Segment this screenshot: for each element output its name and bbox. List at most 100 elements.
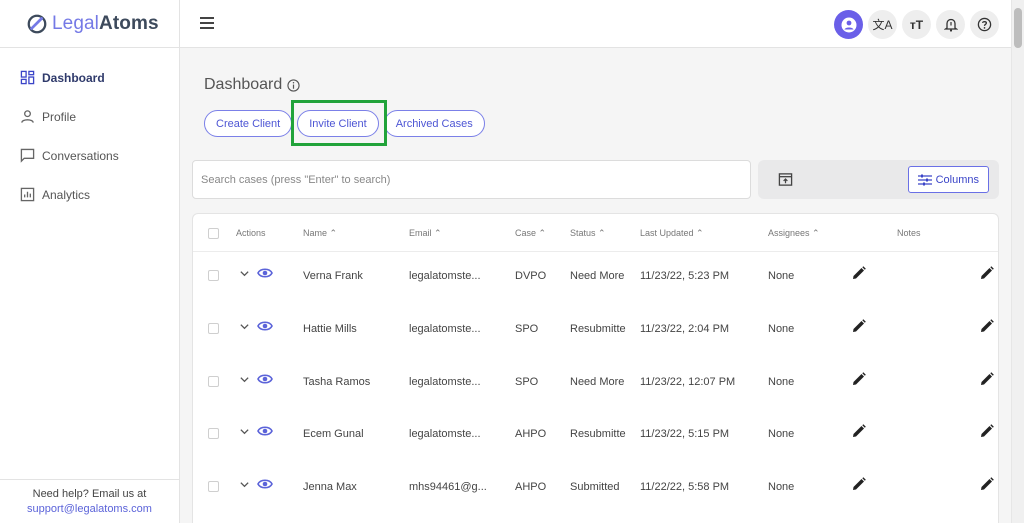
text-size-button[interactable]: тT — [902, 10, 931, 39]
topbar-actions: 文A тT — [834, 10, 999, 39]
sidebar-item-conversations[interactable]: Conversations — [0, 136, 179, 175]
chevron-down-icon[interactable] — [239, 374, 250, 385]
table-row: Ecem Gunal legalatomste... AHPO Resubmit… — [193, 410, 1000, 462]
eye-icon[interactable] — [257, 477, 273, 491]
edit-assignees-icon[interactable] — [852, 319, 866, 333]
archive-icon[interactable] — [778, 172, 793, 187]
chevron-down-icon[interactable] — [239, 321, 250, 332]
row-checkbox[interactable] — [208, 270, 219, 281]
cell-last-updated: 11/23/22, 5:23 PM — [640, 270, 730, 282]
analytics-icon — [20, 187, 35, 202]
cell-name[interactable]: Tasha Ramos — [303, 376, 370, 388]
row-checkbox[interactable] — [208, 323, 219, 334]
edit-assignees-icon[interactable] — [852, 372, 866, 386]
edit-notes-icon[interactable] — [980, 477, 994, 491]
sidebar-item-profile[interactable]: Profile — [0, 97, 179, 136]
eye-icon[interactable] — [257, 266, 273, 280]
row-checkbox[interactable] — [208, 376, 219, 387]
logo[interactable]: LegalAtoms — [0, 0, 179, 48]
cell-name[interactable]: Jenna Max — [303, 481, 357, 493]
cell-last-updated: 11/23/22, 5:15 PM — [640, 428, 730, 440]
create-client-button[interactable]: Create Client — [204, 110, 293, 137]
select-all-checkbox[interactable] — [208, 228, 219, 239]
account-icon — [841, 17, 856, 32]
edit-assignees-icon[interactable] — [852, 477, 866, 491]
notification-button[interactable] — [936, 10, 965, 39]
sidebar-item-analytics[interactable]: Analytics — [0, 175, 179, 214]
sliders-icon — [917, 174, 932, 185]
row-checkbox[interactable] — [208, 481, 219, 492]
table-row: Hattie Mills legalatomste... SPO Resubmi… — [193, 305, 1000, 357]
eye-icon[interactable] — [257, 372, 273, 386]
row-checkbox[interactable] — [208, 428, 219, 439]
columns-button[interactable]: Columns — [907, 166, 989, 193]
highlight-box — [291, 100, 387, 146]
topbar: 文A тT — [180, 0, 1011, 48]
dashboard-icon — [20, 70, 35, 85]
cell-email: legalatomste... — [409, 376, 481, 388]
edit-notes-icon[interactable] — [980, 372, 994, 386]
cell-case: AHPO — [515, 428, 547, 440]
header-case[interactable]: Case ⌃ — [515, 228, 546, 239]
main-content: Dashboard Create Client Invite Client Ar… — [180, 48, 1011, 523]
help-button[interactable] — [970, 10, 999, 39]
translate-icon: 文A — [872, 18, 893, 32]
sidebar-item-label: Dashboard — [42, 70, 105, 85]
scrollbar-thumb[interactable] — [1014, 8, 1022, 48]
archived-cases-button[interactable]: Archived Cases — [383, 110, 485, 137]
cell-email: mhs94461@g... — [409, 481, 487, 493]
cell-email: legalatomste... — [409, 323, 481, 335]
cell-name[interactable]: Ecem Gunal — [303, 428, 364, 440]
table-header: Actions Name ⌃ Email ⌃ Case ⌃ Status ⌃ L… — [193, 214, 998, 252]
scrollbar[interactable] — [1011, 0, 1024, 523]
cell-status: Resubmitte — [570, 323, 626, 335]
eye-icon[interactable] — [257, 424, 273, 438]
edit-assignees-icon[interactable] — [852, 424, 866, 438]
cases-table: Actions Name ⌃ Email ⌃ Case ⌃ Status ⌃ L… — [192, 213, 999, 523]
sidebar-item-dashboard[interactable]: Dashboard — [0, 58, 179, 97]
help-icon — [977, 17, 992, 32]
header-actions: Actions — [236, 228, 266, 238]
chevron-down-icon[interactable] — [239, 479, 250, 490]
support-email-link[interactable]: support@legalatoms.com — [27, 503, 152, 515]
table-toolbar: Columns — [758, 160, 999, 199]
edit-notes-icon[interactable] — [980, 424, 994, 438]
cell-case: DVPO — [515, 270, 547, 282]
chevron-down-icon[interactable] — [239, 268, 250, 279]
cell-assignees: None — [768, 481, 795, 493]
sidebar-item-label: Profile — [42, 109, 77, 124]
cell-status: Need More — [570, 376, 625, 388]
edit-assignees-icon[interactable] — [852, 266, 866, 280]
eye-icon[interactable] — [257, 319, 273, 333]
cell-assignees: None — [768, 323, 795, 335]
cell-status: Need More — [570, 270, 625, 282]
menu-icon[interactable] — [200, 17, 214, 29]
cell-name[interactable]: Hattie Mills — [303, 323, 357, 335]
translate-button[interactable]: 文A — [868, 10, 897, 39]
header-last-updated[interactable]: Last Updated ⌃ — [640, 228, 704, 239]
header-assignees[interactable]: Assignees ⌃ — [768, 228, 820, 239]
header-status[interactable]: Status ⌃ — [570, 228, 606, 239]
search-input[interactable]: Search cases (press "Enter" to search) — [192, 160, 751, 199]
info-icon[interactable] — [287, 78, 300, 92]
sidebar-nav: Dashboard Profile Conversations Analytic… — [0, 48, 179, 214]
edit-notes-icon[interactable] — [980, 319, 994, 333]
header-email[interactable]: Email ⌃ — [409, 228, 442, 239]
cell-assignees: None — [768, 376, 795, 388]
sidebar-item-label: Conversations — [42, 148, 119, 163]
chat-icon — [20, 148, 35, 163]
help-footer: Need help? Email us at support@legalatom… — [0, 479, 179, 523]
account-button[interactable] — [834, 10, 863, 39]
cell-name[interactable]: Verna Frank — [303, 270, 363, 282]
cell-last-updated: 11/22/22, 5:58 PM — [640, 481, 730, 493]
chevron-down-icon[interactable] — [239, 426, 250, 437]
cell-case: AHPO — [515, 481, 547, 493]
cell-email: legalatomste... — [409, 270, 481, 282]
table-row: Tasha Ramos legalatomste... SPO Need Mor… — [193, 358, 1000, 410]
header-name[interactable]: Name ⌃ — [303, 228, 337, 239]
edit-notes-icon[interactable] — [980, 266, 994, 280]
logo-text: LegalAtoms — [52, 12, 159, 34]
table-row: Jenna Max mhs94461@g... AHPO Submitted 1… — [193, 463, 1000, 515]
person-icon — [21, 110, 34, 123]
cell-last-updated: 11/23/22, 12:07 PM — [640, 376, 736, 388]
